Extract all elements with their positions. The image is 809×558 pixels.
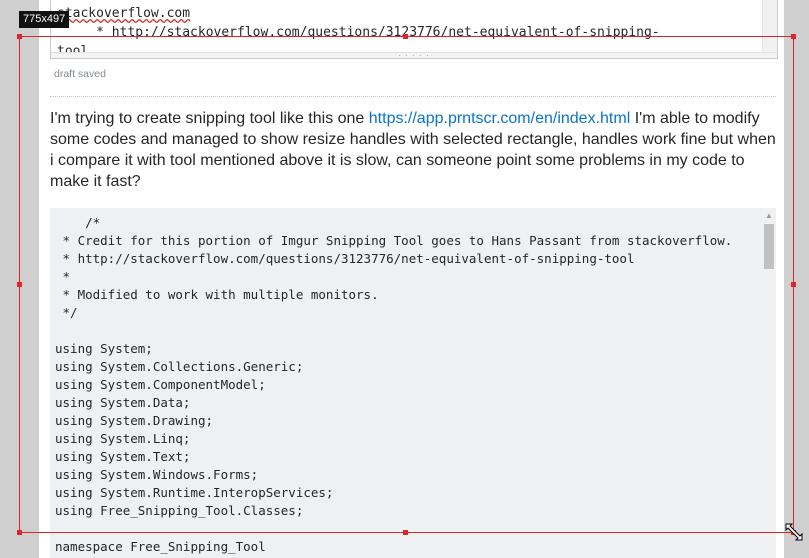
- code-line: using System.Runtime.InteropServices;: [55, 485, 334, 500]
- editor-line-1: stackoverflow.com: [57, 6, 191, 21]
- code-line: /*: [55, 215, 101, 230]
- resize-handle-top-right[interactable]: [791, 34, 796, 39]
- resize-handle-top-left[interactable]: [17, 34, 22, 39]
- scroll-thumb[interactable]: [764, 224, 774, 269]
- editor-scrollbar[interactable]: [762, 0, 777, 58]
- code-line: * Credit for this portion of Imgur Snipp…: [55, 233, 733, 248]
- code-line: using System.Linq;: [55, 431, 191, 446]
- code-text: /* * Credit for this portion of Imgur Sn…: [55, 214, 732, 556]
- code-line: * Modified to work with multiple monitor…: [55, 287, 379, 302]
- code-line: */: [55, 305, 78, 320]
- resize-handle-bottom-left[interactable]: [17, 530, 22, 535]
- editor-resize-grip[interactable]: · · · · ·: [51, 52, 777, 58]
- editor-text: stackoverflow.com * http://stackoverflow…: [57, 4, 660, 58]
- code-line: using System.Windows.Forms;: [55, 467, 259, 482]
- question-preview-text: I'm trying to create snipping tool like …: [50, 108, 778, 192]
- code-block: /* * Credit for this portion of Imgur Sn…: [50, 208, 776, 558]
- code-line: using System.Drawing;: [55, 413, 214, 428]
- diagonal-resize-cursor-icon: [785, 523, 803, 541]
- preview-divider: [50, 96, 776, 97]
- resize-handle-top[interactable]: [403, 34, 408, 39]
- prntscr-link[interactable]: https://app.prntscr.com/en/index.html: [369, 110, 630, 127]
- editor-line-2: * http://stackoverflow.com/questions/312…: [57, 25, 660, 40]
- draft-saved-status: draft saved: [54, 68, 106, 80]
- code-line: using System.ComponentModel;: [55, 377, 266, 392]
- resize-handle-right[interactable]: [791, 282, 796, 287]
- code-scrollbar[interactable]: ▲: [762, 208, 776, 558]
- resize-handle-left[interactable]: [17, 282, 22, 287]
- code-line: * http://stackoverflow.com/questions/312…: [55, 251, 635, 266]
- code-line: using System.Text;: [55, 449, 191, 464]
- code-line: *: [55, 269, 71, 284]
- scroll-up-arrow-icon[interactable]: ▲: [762, 211, 776, 220]
- code-line: using System;: [55, 341, 153, 356]
- resize-handle-bottom[interactable]: [403, 530, 408, 535]
- code-line: namespace Free_Snipping_Tool: [55, 539, 266, 554]
- markdown-editor-textarea[interactable]: stackoverflow.com * http://stackoverflow…: [50, 0, 778, 59]
- question-editor-page: stackoverflow.com * http://stackoverflow…: [39, 0, 784, 558]
- screen-background: stackoverflow.com * http://stackoverflow…: [0, 0, 809, 558]
- code-line: using Free_Snipping_Tool.Classes;: [55, 503, 304, 518]
- selection-size-label: 775x497: [19, 11, 70, 28]
- code-line: using System.Data;: [55, 395, 191, 410]
- code-line: using System.Collections.Generic;: [55, 359, 304, 374]
- question-text-before-link: I'm trying to create snipping tool like …: [50, 110, 369, 127]
